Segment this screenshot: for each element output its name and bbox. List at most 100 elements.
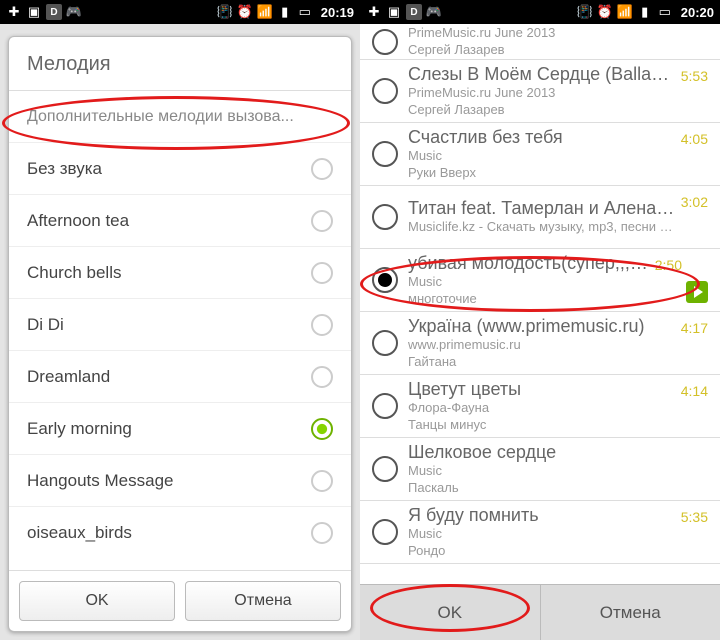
radio-icon xyxy=(311,314,333,336)
track-text: PrimeMusic.ru June 2013 Сергей Лазарев xyxy=(408,25,708,58)
radio-icon xyxy=(372,456,398,482)
list-item[interactable]: Шелковое сердцеMusicПаскаль xyxy=(360,438,720,501)
ringtone-list[interactable]: Дополнительные мелодии вызова... Без зву… xyxy=(9,91,351,570)
radio-icon xyxy=(372,141,398,167)
track-text: Шелковое сердцеMusicПаскаль xyxy=(408,442,702,496)
plus-icon: ✚ xyxy=(366,4,382,20)
ringtone-option[interactable]: Hangouts Message xyxy=(9,455,351,507)
track-duration: 4:05 xyxy=(681,131,708,147)
radio-selected-icon xyxy=(311,418,333,440)
list-item[interactable]: убивая молодость(супер,,,,,,!!Musicмного… xyxy=(360,249,720,312)
list-item[interactable]: Титан feat. Тамерлан и Алена ОмMusiclife… xyxy=(360,186,720,249)
wifi-icon: 📶 xyxy=(257,4,273,20)
music-list[interactable]: PrimeMusic.ru June 2013 Сергей Лазарев С… xyxy=(360,24,720,584)
list-item[interactable]: PrimeMusic.ru June 2013 Сергей Лазарев xyxy=(360,24,720,60)
list-item[interactable]: Цветут цветыФлора-ФаунаТанцы минус4:14 xyxy=(360,375,720,438)
radio-icon xyxy=(372,204,398,230)
ringtone-option[interactable]: Church bells xyxy=(9,247,351,299)
ringtone-label: Early morning xyxy=(27,419,132,439)
radio-icon xyxy=(372,29,398,55)
ringtone-option[interactable]: oiseaux_birds xyxy=(9,507,351,559)
track-duration: 4:14 xyxy=(681,383,708,399)
app-d-icon: D xyxy=(46,4,62,20)
track-title: Титан feat. Тамерлан и Алена Ом xyxy=(408,198,675,219)
track-album: Music xyxy=(408,148,675,164)
track-title: Шелковое сердце xyxy=(408,442,702,463)
ringtone-option[interactable]: Без звука xyxy=(9,143,351,195)
track-album: Music xyxy=(408,463,702,479)
battery-icon: ▭ xyxy=(657,4,673,20)
cancel-button[interactable]: Отмена xyxy=(541,585,720,640)
track-text: убивая молодость(супер,,,,,,!!Musicмного… xyxy=(408,253,649,307)
wifi-icon: 📶 xyxy=(617,4,633,20)
picture-icon: ▣ xyxy=(386,4,402,20)
radio-icon xyxy=(372,78,398,104)
alarm-icon: ⏰ xyxy=(597,4,613,20)
ringtone-option[interactable]: Early morning xyxy=(9,403,351,455)
track-album: Musiclife.kz - Скачать музыку, mp3, песн… xyxy=(408,219,675,235)
status-bar: ✚ ▣ D 🎮 📳 ⏰ 📶 ▮ ▭ 20:20 xyxy=(360,0,720,24)
cancel-button[interactable]: Отмена xyxy=(185,581,341,621)
battery-icon: ▭ xyxy=(297,4,313,20)
ringtone-option[interactable]: Dreamland xyxy=(9,351,351,403)
radio-selected-icon xyxy=(372,267,398,293)
track-title: Україна (www.primemusic.ru) xyxy=(408,316,675,337)
dialog-buttons: OK Отмена xyxy=(9,570,351,631)
radio-icon xyxy=(311,522,333,544)
list-item[interactable]: Україна (www.primemusic.ru)www.primemusi… xyxy=(360,312,720,375)
track-text: Слезы В Моём Сердце (Ballad VerPrimeMusi… xyxy=(408,64,675,118)
vibrate-icon: 📳 xyxy=(577,4,593,20)
ok-button[interactable]: OK xyxy=(19,581,175,621)
signal-icon: ▮ xyxy=(637,4,653,20)
gamepad-icon: 🎮 xyxy=(66,4,82,20)
radio-icon xyxy=(372,330,398,356)
track-duration: 5:35 xyxy=(681,509,708,525)
clock: 20:19 xyxy=(321,5,354,20)
more-ringtones-label: Дополнительные мелодии вызова... xyxy=(27,108,294,126)
bottom-bar: OK Отмена xyxy=(360,584,720,640)
more-ringtones-link[interactable]: Дополнительные мелодии вызова... xyxy=(9,91,351,143)
ringtone-label: Без звука xyxy=(27,159,102,179)
radio-icon xyxy=(311,210,333,232)
list-item[interactable]: Я буду помнитьMusicРондо 5:35 xyxy=(360,501,720,564)
track-title: убивая молодость(супер,,,,,,!! xyxy=(408,253,649,274)
track-title: Слезы В Моём Сердце (Ballad Ver xyxy=(408,64,675,85)
ringtone-option[interactable]: Di Di xyxy=(9,299,351,351)
track-text: Я буду помнитьMusicРондо xyxy=(408,505,675,559)
track-artist: многоточие xyxy=(408,291,649,307)
track-album: PrimeMusic.ru June 2013 xyxy=(408,85,675,101)
play-icon[interactable] xyxy=(686,281,708,303)
radio-icon xyxy=(311,262,333,284)
ringtone-label: Church bells xyxy=(27,263,122,283)
ringtone-dialog: Мелодия Дополнительные мелодии вызова...… xyxy=(8,36,352,632)
list-item[interactable]: Счастлив без тебяMusicРуки Вверх 4:05 xyxy=(360,123,720,186)
track-artist: Сергей Лазарев xyxy=(408,42,708,58)
track-album: Флора-Фауна xyxy=(408,400,675,416)
track-album: Music xyxy=(408,526,675,542)
screenshot-left: ✚ ▣ D 🎮 📳 ⏰ 📶 ▮ ▭ 20:19 Мелодия Дополнит… xyxy=(0,0,360,640)
track-artist: Руки Вверх xyxy=(408,165,675,181)
radio-icon xyxy=(311,366,333,388)
ringtone-label: Hangouts Message xyxy=(27,471,173,491)
track-artist: Сергей Лазарев xyxy=(408,102,675,118)
app-d-icon: D xyxy=(406,4,422,20)
ok-button[interactable]: OK xyxy=(360,585,541,640)
track-text: Україна (www.primemusic.ru)www.primemusi… xyxy=(408,316,675,370)
track-artist: Танцы минус xyxy=(408,417,675,433)
track-duration: 3:02 xyxy=(681,194,708,210)
ringtone-label: oiseaux_birds xyxy=(27,523,132,543)
signal-icon: ▮ xyxy=(277,4,293,20)
list-item[interactable]: Слезы В Моём Сердце (Ballad VerPrimeMusi… xyxy=(360,60,720,123)
track-album: www.primemusic.ru xyxy=(408,337,675,353)
track-title: Счастлив без тебя xyxy=(408,127,675,148)
track-text: Счастлив без тебяMusicРуки Вверх xyxy=(408,127,675,181)
vibrate-icon: 📳 xyxy=(217,4,233,20)
ringtone-label: Afternoon tea xyxy=(27,211,129,231)
radio-icon xyxy=(311,158,333,180)
ringtone-option[interactable]: Afternoon tea xyxy=(9,195,351,247)
track-artist: Рондо xyxy=(408,543,675,559)
track-artist: Гайтана xyxy=(408,354,675,370)
status-bar: ✚ ▣ D 🎮 📳 ⏰ 📶 ▮ ▭ 20:19 xyxy=(0,0,360,24)
track-artist: Паскаль xyxy=(408,480,702,496)
track-album: Music xyxy=(408,274,649,290)
